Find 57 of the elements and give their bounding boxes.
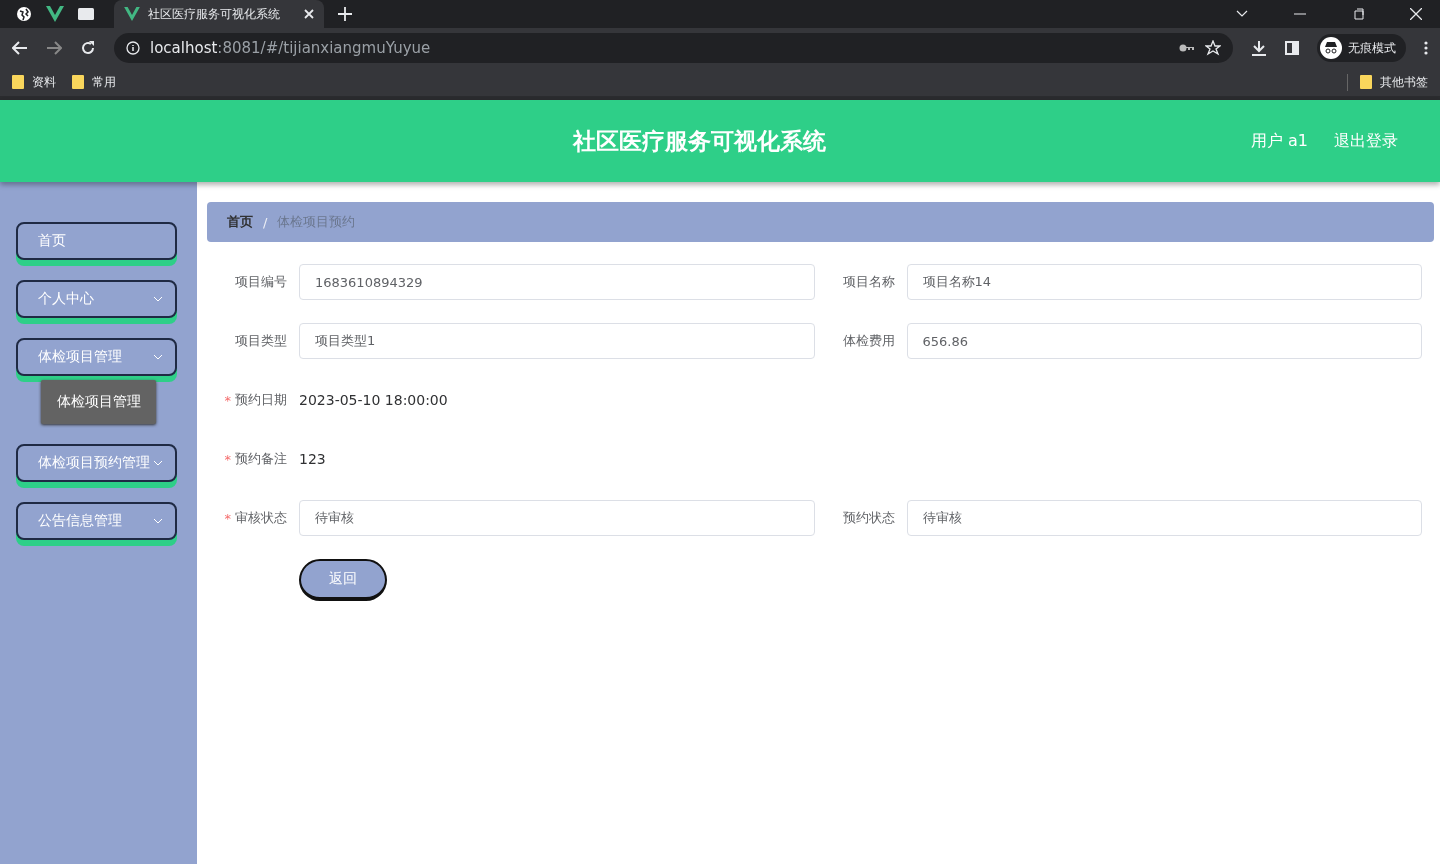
key-icon[interactable] bbox=[1179, 43, 1195, 53]
side-panel-icon[interactable] bbox=[1285, 41, 1299, 55]
chevron-icon bbox=[153, 518, 163, 524]
breadcrumb-link[interactable]: 首页 bbox=[227, 213, 253, 231]
restore-icon[interactable] bbox=[1352, 8, 1364, 20]
input-field[interactable]: 项目类型1 bbox=[299, 323, 815, 359]
input-field[interactable]: 656.86 bbox=[906, 323, 1422, 359]
chevron-icon bbox=[153, 460, 163, 466]
bookmark-folder[interactable]: 资料 bbox=[12, 73, 56, 91]
plus-icon[interactable] bbox=[338, 7, 352, 21]
forward-arrow-icon[interactable] bbox=[46, 41, 62, 55]
incognito-icon bbox=[1320, 37, 1342, 59]
download-icon[interactable] bbox=[1251, 40, 1267, 56]
input-field[interactable]: 待审核 bbox=[906, 500, 1422, 536]
input-field[interactable]: 1683610894329 bbox=[299, 264, 815, 300]
bookmark-folder[interactable]: 常用 bbox=[72, 73, 116, 91]
input-field[interactable]: 项目名称14 bbox=[906, 264, 1422, 300]
info-icon bbox=[126, 41, 140, 55]
window-icon[interactable] bbox=[78, 7, 94, 21]
field-label: 预约状态 bbox=[842, 509, 895, 527]
input-field[interactable]: 待审核 bbox=[299, 500, 815, 536]
incognito-profile-button[interactable]: 无痕模式 bbox=[1317, 34, 1406, 62]
field-label: 预约备注 bbox=[235, 450, 287, 468]
reload-icon[interactable] bbox=[80, 40, 96, 56]
required-mark: * bbox=[224, 451, 231, 467]
app-title: 社区医疗服务可视化系统 bbox=[572, 126, 826, 156]
folder-icon bbox=[1360, 75, 1372, 89]
vue-logo-icon[interactable] bbox=[46, 6, 64, 22]
chevron-down-icon[interactable] bbox=[1236, 10, 1248, 18]
submenu-item[interactable]: 体检项目管理 bbox=[41, 380, 156, 424]
address-field[interactable]: localhost:8081/#/tijianxiangmuYuyue bbox=[114, 33, 1233, 63]
field-label: 项目编号 bbox=[235, 273, 287, 291]
field-label: 预约日期 bbox=[235, 391, 287, 409]
field-label: 体检费用 bbox=[842, 332, 895, 350]
star-icon[interactable] bbox=[1205, 40, 1221, 56]
required-mark: * bbox=[224, 510, 231, 526]
more-menu-icon[interactable] bbox=[1424, 41, 1428, 55]
folder-icon bbox=[72, 75, 84, 89]
close-icon[interactable] bbox=[1410, 8, 1422, 20]
globe-icon[interactable] bbox=[16, 6, 32, 22]
vue-logo-icon bbox=[124, 7, 140, 21]
tab-title: 社区医疗服务可视化系统 bbox=[148, 5, 281, 23]
field-label: 项目名称 bbox=[842, 273, 895, 291]
folder-icon bbox=[12, 75, 24, 89]
browser-tab[interactable]: 社区医疗服务可视化系统 bbox=[114, 0, 324, 28]
chevron-icon bbox=[153, 296, 163, 302]
close-icon[interactable] bbox=[304, 9, 314, 19]
back-arrow-icon[interactable] bbox=[12, 41, 28, 55]
field-value: 2023-05-10 18:00:00 bbox=[299, 392, 448, 408]
field-label: 审核状态 bbox=[235, 509, 287, 527]
user-name: 用户 a1 bbox=[1250, 130, 1308, 152]
chevron-icon bbox=[153, 354, 163, 360]
bookmark-folder[interactable]: 其他书签 bbox=[1347, 73, 1428, 91]
breadcrumb-separator: / bbox=[263, 214, 268, 230]
field-value: 123 bbox=[299, 451, 326, 467]
required-mark: * bbox=[224, 392, 231, 408]
field-label: 项目类型 bbox=[235, 332, 287, 350]
